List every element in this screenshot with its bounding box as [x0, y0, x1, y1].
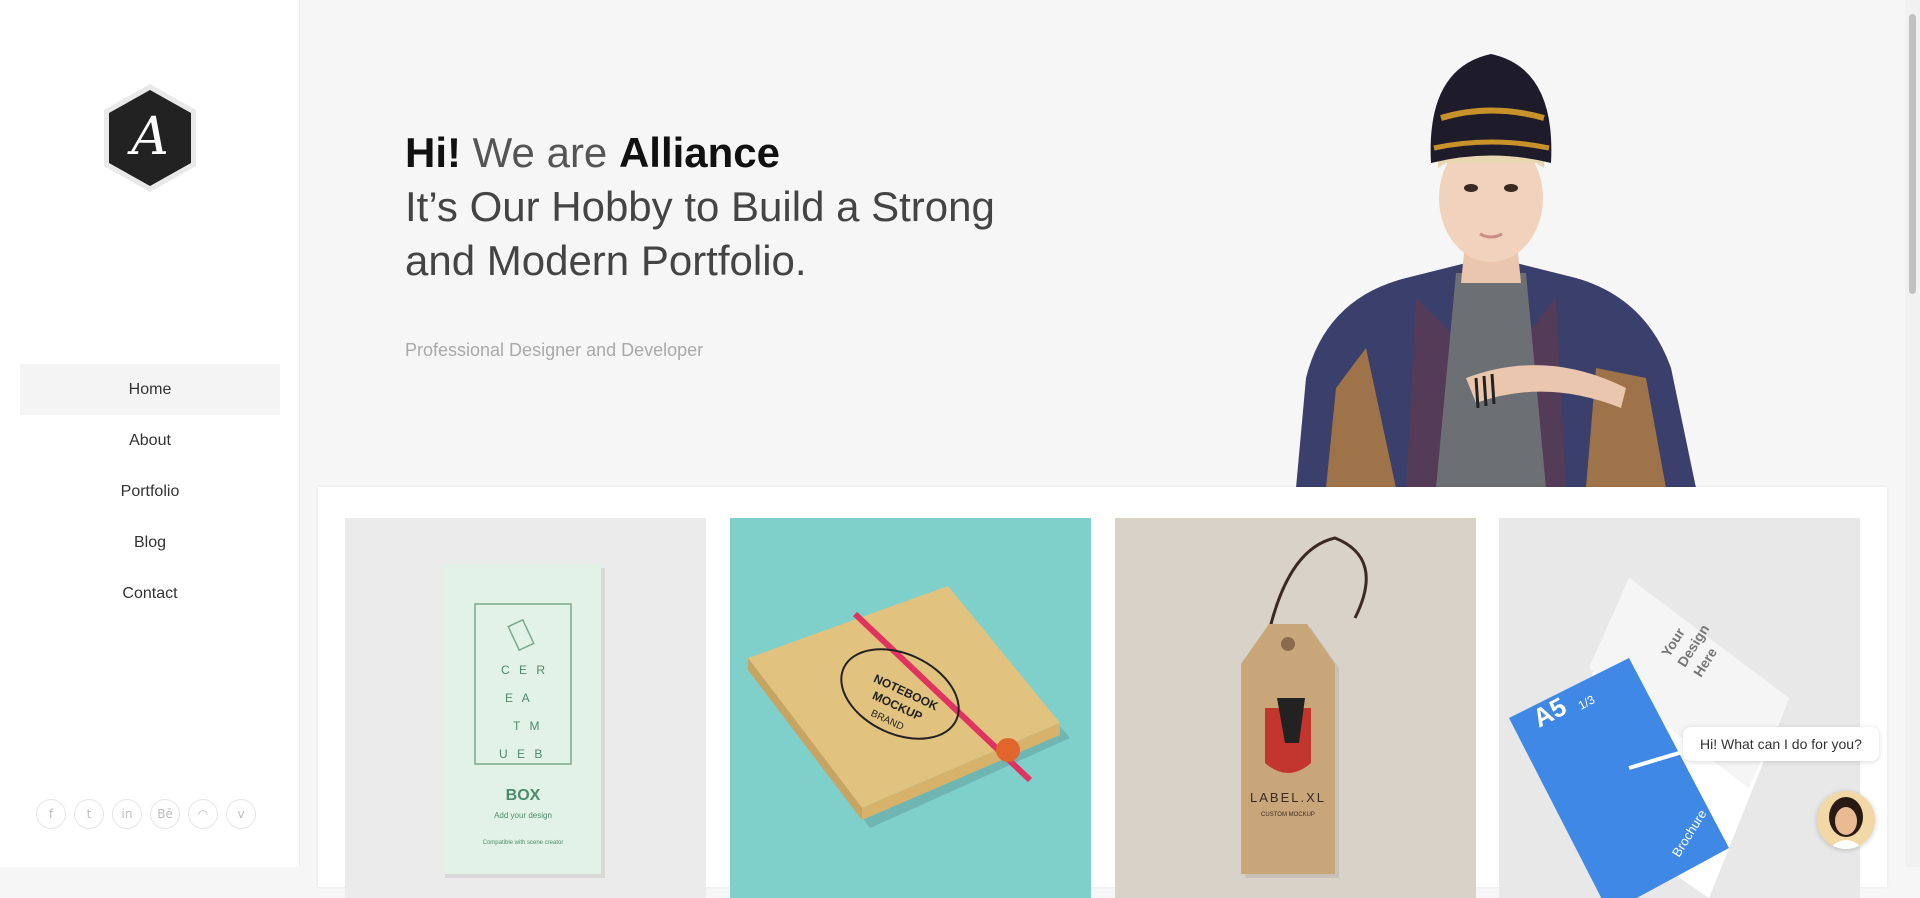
nav-item-home[interactable]: Home	[20, 364, 280, 415]
rss-icon[interactable]: ◠	[188, 799, 218, 829]
nav-item-about[interactable]: About	[20, 415, 280, 466]
box-text-3: T M	[513, 719, 542, 733]
notebook-image: NOTEBOOK MOCKUP BRAND	[748, 586, 1070, 828]
logo[interactable]: A	[98, 80, 202, 196]
nav-item-portfolio[interactable]: Portfolio	[20, 466, 280, 517]
vimeo-icon[interactable]: v	[226, 799, 256, 829]
portfolio-item-brochure[interactable]: A5 1/3 Your Design Here Brochure	[1499, 518, 1860, 898]
hero-hi: Hi!	[405, 129, 461, 176]
hero-line-3: and Modern Portfolio.	[405, 237, 807, 284]
linkedin-icon[interactable]: in	[112, 799, 142, 829]
social-links: f t in Bē ◠ v	[36, 799, 256, 829]
hero-we-are: We are	[461, 129, 619, 176]
avatar-icon	[1817, 791, 1875, 849]
portfolio-item-label-tag[interactable]: LABEL.XL CUSTOM MOCKUP	[1115, 518, 1476, 898]
box-caption: Add your design	[494, 811, 552, 820]
hero-line-1: Hi! We are Alliance	[405, 126, 1105, 180]
box-text-2: E A	[505, 691, 533, 705]
portfolio-grid: C E R E A T M U E B BOX Add your design …	[318, 487, 1887, 898]
hero-brand-name: Alliance	[618, 129, 781, 176]
label-tag-image: LABEL.XL CUSTOM MOCKUP	[1241, 536, 1368, 878]
box-footnote: Compatible with scene creator	[483, 840, 564, 846]
logo-letter: A	[127, 107, 169, 167]
portfolio-item-notebook[interactable]: NOTEBOOK MOCKUP BRAND	[730, 518, 1091, 898]
chat-message[interactable]: Hi! What can I do for you?	[1683, 727, 1879, 761]
label-text-1: LABEL.XL	[1250, 790, 1326, 805]
nav-item-blog[interactable]: Blog	[20, 517, 280, 568]
scrollbar-thumb[interactable]	[1909, 14, 1916, 294]
behance-icon[interactable]: Bē	[150, 799, 180, 829]
sidebar: A Home About Portfolio Blog Contact f t …	[0, 0, 300, 867]
page-scrollbar[interactable]	[1905, 0, 1920, 867]
box-label: BOX	[506, 787, 541, 804]
cereal-box-image: C E R E A T M U E B BOX Add your design …	[445, 564, 605, 878]
hero-subtitle: Professional Designer and Developer	[405, 340, 704, 360]
main-nav: Home About Portfolio Blog Contact	[20, 364, 280, 619]
hero-person-image	[1296, 54, 1696, 488]
brochure-image: A5 1/3 Your Design Here Brochure	[1509, 578, 1789, 898]
box-text-1: C E R	[501, 663, 548, 677]
hero-title: Hi! We are Alliance It’s Our Hobby to Bu…	[405, 126, 1105, 288]
facebook-icon[interactable]: f	[36, 799, 66, 829]
chat-avatar[interactable]	[1817, 791, 1875, 849]
nav-item-contact[interactable]: Contact	[20, 568, 280, 619]
hero-line-2: It’s Our Hobby to Build a Strong	[405, 183, 995, 230]
portfolio-item-cereal-box[interactable]: C E R E A T M U E B BOX Add your design …	[345, 518, 706, 898]
box-text-4: U E B	[499, 747, 545, 761]
label-text-2: CUSTOM MOCKUP	[1261, 812, 1315, 818]
twitter-icon[interactable]: t	[74, 799, 104, 829]
